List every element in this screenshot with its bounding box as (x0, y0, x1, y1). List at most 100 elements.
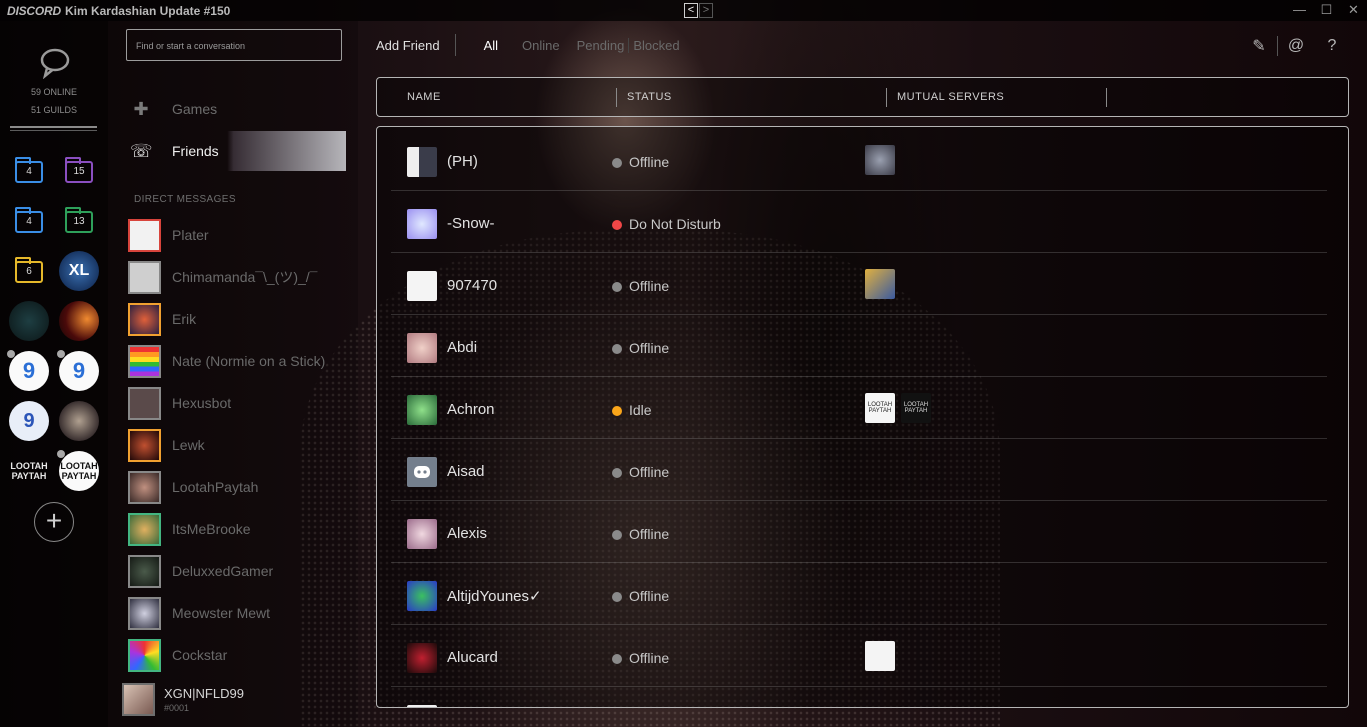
column-header-status[interactable]: STATUS (627, 91, 672, 103)
server-icon[interactable] (59, 401, 99, 441)
toolbar-icons: ✎ @ ? (1241, 36, 1350, 56)
dm-item[interactable]: Cockstar (128, 638, 227, 672)
server-icon[interactable]: 9 (9, 351, 49, 391)
dm-item[interactable]: Meowster Mewt (128, 596, 270, 630)
avatar (128, 260, 161, 294)
server-folder[interactable]: 13 (65, 207, 93, 233)
status-dot (612, 468, 622, 478)
friend-row[interactable]: Alexis Offline (391, 501, 1327, 563)
mutual-server-icon[interactable]: LOOTAH PAYTAH (865, 393, 895, 423)
server-folder[interactable]: 6 (15, 257, 43, 283)
dm-item[interactable]: ItsMeBrooke (128, 512, 251, 546)
column-header-name[interactable]: NAME (407, 91, 441, 103)
friends-home-icon[interactable] (38, 45, 72, 79)
back-button[interactable]: < (684, 3, 698, 18)
friend-name: -Snow- (447, 215, 495, 232)
friend-row[interactable]: AltijdYounes✓ Offline (391, 563, 1327, 625)
column-divider (1106, 88, 1107, 107)
dm-item[interactable]: Lewk (128, 428, 205, 462)
close-icon[interactable]: ✕ (1340, 0, 1367, 21)
dm-heading: DIRECT MESSAGES (134, 194, 236, 205)
status-dot (612, 592, 622, 602)
friends-icon: ☏ (130, 141, 153, 161)
dm-name: Erik (172, 311, 197, 327)
avatar (407, 581, 437, 611)
tab-blocked[interactable]: Blocked (628, 37, 680, 53)
status-dot (612, 654, 622, 664)
mutual-server-icon[interactable] (865, 145, 895, 175)
friend-row[interactable]: Aisad Offline (391, 439, 1327, 501)
mutual-server-icon[interactable] (865, 269, 895, 299)
server-icon[interactable] (59, 301, 99, 341)
nav-friends[interactable]: ☏ Friends (130, 131, 346, 171)
rail-divider (10, 126, 97, 128)
dm-sidebar: Find or start a conversation ✚ Games ☏ F… (108, 21, 358, 727)
user-panel[interactable]: XGN|NFLD99 #0001 (122, 683, 244, 716)
online-count: 59 ONLINE (30, 87, 78, 97)
server-icon[interactable]: 9 (59, 351, 99, 391)
status-dot (612, 530, 622, 540)
avatar (128, 638, 161, 672)
nav-games-label: Games (172, 101, 218, 117)
friend-status: Do Not Disturb (629, 216, 721, 232)
friend-row[interactable]: Abdi Offline (391, 315, 1327, 377)
dm-name: DeluxxedGamer (172, 563, 274, 579)
friend-row[interactable] (391, 687, 1327, 707)
minimize-icon[interactable]: — (1286, 0, 1313, 21)
dm-item[interactable]: Chimamanda¯\_(ツ)_/¯ (128, 260, 317, 294)
friend-row[interactable]: Achron Idle LOOTAH PAYTAH LOOTAH PAYTAH (391, 377, 1327, 439)
tab-all[interactable]: All (484, 38, 498, 53)
dm-item[interactable]: Hexusbot (128, 386, 231, 420)
dm-item[interactable]: Erik (128, 302, 196, 336)
tab-add-friend[interactable]: Add Friend (376, 38, 440, 53)
maximize-icon[interactable]: ☐ (1313, 0, 1340, 21)
friends-list: (PH) Offline -Snow- Do Not Disturb 90747… (376, 126, 1349, 708)
friend-row[interactable]: -Snow- Do Not Disturb (391, 191, 1327, 253)
server-icon[interactable]: LOOTAH PAYTAH (9, 451, 49, 491)
new-group-icon[interactable]: ✎ (1241, 36, 1277, 56)
search-input[interactable]: Find or start a conversation (126, 29, 342, 61)
server-folder[interactable]: 4 (15, 207, 43, 233)
add-server-button[interactable]: + (34, 502, 74, 542)
mention-icon[interactable]: @ (1278, 37, 1314, 55)
server-icon[interactable]: 9 (9, 401, 49, 441)
server-icon[interactable]: LOOTAH PAYTAH (59, 451, 99, 491)
gamepad-icon: ✚ (133, 99, 149, 119)
server-folder[interactable]: 4 (15, 157, 43, 183)
friend-name: (PH) (447, 153, 478, 170)
help-icon[interactable]: ? (1314, 37, 1350, 55)
tab-online[interactable]: Online (522, 38, 560, 53)
user-name: XGN|NFLD99 (164, 686, 244, 701)
dm-item[interactable]: LootahPaytah (128, 470, 258, 504)
server-rail: 59 ONLINE 51 GUILDS 4 15 4 13 6 XL 9 9 9… (0, 21, 108, 727)
friend-name: Achron (447, 401, 495, 418)
tab-pending[interactable]: Pending (577, 38, 625, 53)
server-folder[interactable]: 15 (65, 157, 93, 183)
forward-button[interactable]: > (699, 3, 713, 18)
friend-row[interactable]: 907470 Offline (391, 253, 1327, 315)
friend-row[interactable]: Alucard Offline (391, 625, 1327, 687)
mutual-server-icon[interactable]: LOOTAH PAYTAH (901, 393, 931, 423)
avatar (407, 643, 437, 673)
avatar (407, 271, 437, 301)
dm-name: LootahPaytah (172, 479, 259, 495)
server-icon[interactable]: XL (59, 251, 99, 291)
friend-status: Offline (629, 650, 670, 666)
server-icon[interactable] (9, 301, 49, 341)
dm-item[interactable]: DeluxxedGamer (128, 554, 273, 588)
dm-item[interactable]: Plater (128, 218, 209, 252)
column-divider (886, 88, 887, 107)
avatar (128, 344, 161, 378)
status-dot (612, 282, 622, 292)
dm-item[interactable]: Nate (Normie on a Stick) (128, 344, 325, 378)
avatar (407, 395, 437, 425)
friend-status: Offline (629, 464, 670, 480)
friend-row[interactable]: (PH) Offline (391, 129, 1327, 191)
mutual-server-icon[interactable] (865, 641, 895, 671)
dm-name: ItsMeBrooke (172, 521, 251, 537)
column-header-mutual[interactable]: MUTUAL SERVERS (897, 91, 1004, 103)
nav-games[interactable]: ✚ Games (130, 89, 346, 129)
avatar (407, 209, 437, 239)
dm-name: Lewk (172, 437, 205, 453)
dm-name: Cockstar (172, 647, 228, 663)
